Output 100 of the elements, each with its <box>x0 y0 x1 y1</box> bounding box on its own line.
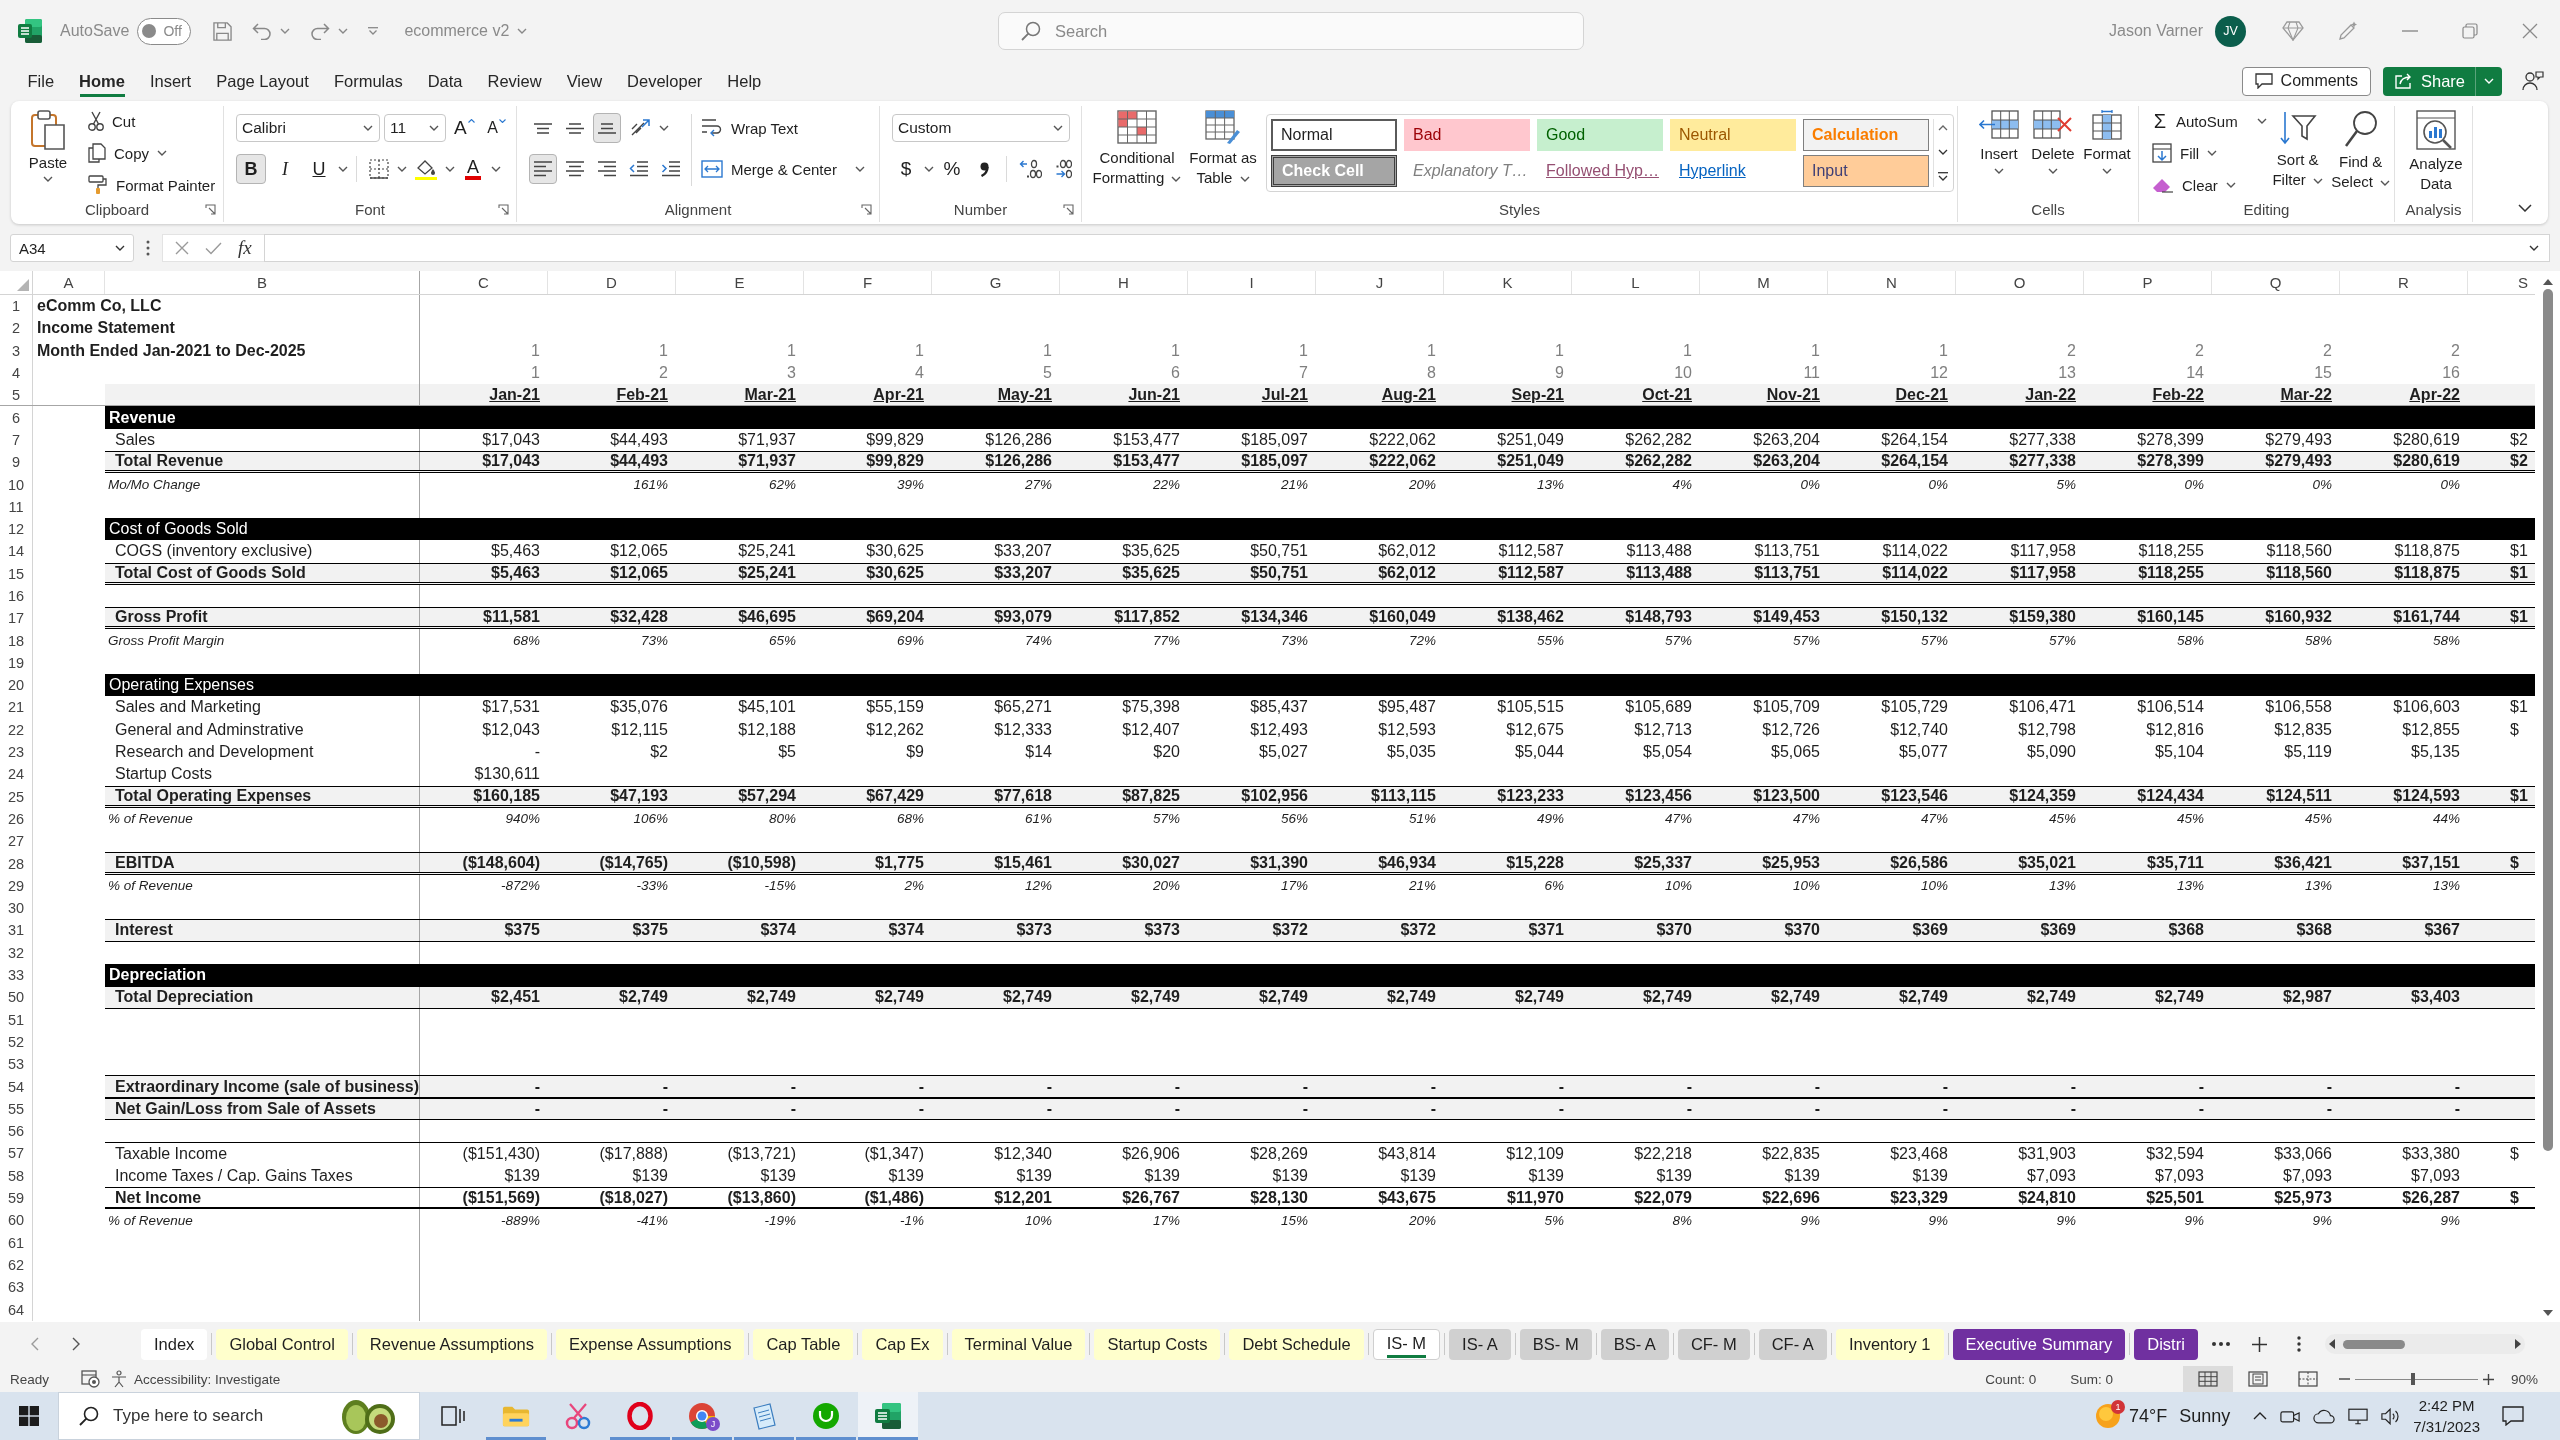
row-header[interactable]: 25 <box>0 785 33 808</box>
row-header[interactable]: 11 <box>0 495 33 518</box>
taskbar-search-field[interactable]: Type here to search <box>58 1392 420 1440</box>
row-header[interactable]: 27 <box>0 830 33 853</box>
normal-view-button[interactable] <box>2182 1366 2233 1392</box>
row-header[interactable]: 28 <box>0 852 33 875</box>
column-header[interactable]: P <box>2084 271 2212 294</box>
row-header[interactable]: 24 <box>0 763 33 786</box>
cancel-icon[interactable] <box>175 241 189 255</box>
cell-style-option[interactable]: Good <box>1537 119 1663 151</box>
bottom-align-button[interactable] <box>593 113 621 143</box>
column-header[interactable]: L <box>1572 271 1700 294</box>
chevron-down-icon[interactable] <box>659 125 669 131</box>
row-header[interactable]: 55 <box>0 1097 33 1120</box>
scroll-left-icon[interactable] <box>2329 1339 2335 1349</box>
row-header[interactable]: 18 <box>0 629 33 652</box>
cell-style-option[interactable]: Hyperlink <box>1670 155 1796 187</box>
copy-button[interactable]: Copy <box>85 138 219 168</box>
chevron-down-icon[interactable] <box>445 166 455 172</box>
sheet-tab[interactable]: Startup Costs <box>1094 1328 1221 1360</box>
sheet-tab[interactable]: Terminal Value <box>951 1328 1086 1360</box>
sheet-tab[interactable]: Distri <box>2134 1328 2198 1360</box>
dialog-launcher-icon[interactable] <box>205 203 216 215</box>
sheet-tab[interactable]: BS- A <box>1600 1328 1669 1360</box>
name-box[interactable]: A34 <box>10 234 134 262</box>
pen-icon[interactable] <box>2338 21 2358 41</box>
sheet-tab[interactable]: Debt Schedule <box>1229 1328 1364 1360</box>
row-header[interactable]: 19 <box>0 651 33 675</box>
autosum-button[interactable]: Σ AutoSum <box>2149 106 2241 136</box>
row-header[interactable]: 26 <box>0 807 33 831</box>
sheet-tab[interactable]: Cap Table <box>753 1328 854 1360</box>
row-header[interactable]: 16 <box>0 584 33 608</box>
cut-button[interactable]: Cut <box>85 106 219 136</box>
row-header[interactable]: 6 <box>0 406 33 429</box>
row-header[interactable]: 21 <box>0 696 33 719</box>
row-header[interactable]: 60 <box>0 1209 33 1232</box>
column-header[interactable]: N <box>1828 271 1956 294</box>
clear-button[interactable]: Clear <box>2149 170 2267 200</box>
diamond-icon[interactable] <box>2282 21 2304 41</box>
merge-center-button[interactable]: Merge & Center <box>698 154 868 184</box>
chevron-up-icon[interactable] <box>2253 1412 2268 1420</box>
person-icon[interactable] <box>2522 71 2544 91</box>
row-header[interactable]: 17 <box>0 607 33 630</box>
cell-style-option[interactable]: Input <box>1803 155 1929 187</box>
sheet-tab[interactable]: Cap Ex <box>862 1328 943 1360</box>
clock-date[interactable]: 7/31/2023 <box>2413 1416 2480 1437</box>
row-header[interactable]: 56 <box>0 1120 33 1143</box>
row-header[interactable]: 54 <box>0 1075 33 1098</box>
delete-cells-button[interactable]: Delete <box>2026 106 2080 174</box>
italic-button[interactable]: I <box>270 154 300 184</box>
row-header[interactable]: 5 <box>0 384 33 406</box>
decrease-font-size-button[interactable]: A <box>482 113 511 143</box>
insert-function-button[interactable]: fx <box>238 237 252 259</box>
check-icon[interactable] <box>205 241 222 255</box>
fill-button[interactable]: Fill <box>2149 138 2267 168</box>
notification-icon[interactable] <box>2502 1406 2524 1426</box>
column-header[interactable]: G <box>932 271 1060 294</box>
chevron-down-icon[interactable] <box>924 166 934 172</box>
horizontal-scrollbar[interactable] <box>2325 1334 2525 1354</box>
drag-handle-icon[interactable] <box>146 240 150 256</box>
column-header[interactable]: F <box>804 271 932 294</box>
column-header[interactable]: B <box>105 271 420 294</box>
slider-thumb[interactable] <box>2410 1373 2415 1385</box>
row-header[interactable]: 58 <box>0 1164 33 1187</box>
sheet-tab[interactable]: Index <box>141 1328 208 1360</box>
chevron-right-icon[interactable] <box>72 1337 80 1351</box>
dialog-launcher-icon[interactable] <box>1063 203 1074 215</box>
weather-button[interactable]: 1 74°F Sunny <box>2085 1392 2241 1440</box>
insert-cells-button[interactable]: Insert <box>1972 106 2026 174</box>
user-avatar[interactable]: JV <box>2215 15 2246 47</box>
macro-record-icon[interactable] <box>81 1370 101 1388</box>
add-sheet-icon[interactable] <box>2252 1336 2267 1352</box>
row-header[interactable]: 4 <box>0 361 33 385</box>
row-header[interactable]: 33 <box>0 963 33 987</box>
currency-format-button[interactable]: $ <box>892 154 920 184</box>
more-styles-icon[interactable] <box>1937 172 1948 181</box>
menu-tab[interactable]: Developer <box>614 62 715 100</box>
bold-button[interactable]: B <box>236 154 266 184</box>
chevron-down-icon[interactable] <box>2256 118 2267 124</box>
row-header[interactable]: 20 <box>0 674 33 697</box>
cell-style-option[interactable]: Normal <box>1271 119 1397 151</box>
column-header[interactable]: M <box>1700 271 1828 294</box>
windows-logo-icon[interactable] <box>19 1406 39 1426</box>
accessibility-button[interactable]: Accessibility: Investigate <box>110 1370 281 1388</box>
row-header[interactable]: 2 <box>0 317 33 340</box>
row-header[interactable]: 57 <box>0 1142 33 1165</box>
row-header[interactable]: 61 <box>0 1231 33 1254</box>
increase-font-size-button[interactable]: A <box>450 113 479 143</box>
format-as-table-button[interactable]: Format as Table <box>1184 106 1262 188</box>
row-header[interactable]: 32 <box>0 941 33 964</box>
row-header[interactable]: 15 <box>0 562 33 585</box>
chevron-down-icon[interactable] <box>2518 204 2532 212</box>
close-icon[interactable] <box>2522 23 2538 39</box>
underline-button[interactable]: U <box>304 154 334 184</box>
row-header[interactable]: 62 <box>0 1253 33 1277</box>
sheet-tab[interactable]: IS- M <box>1372 1328 1441 1360</box>
taskbar-button[interactable]: J <box>672 1392 732 1440</box>
more-icon[interactable] <box>2212 1342 2230 1346</box>
chevron-down-icon[interactable] <box>338 166 348 172</box>
cell-style-option[interactable]: Bad <box>1404 119 1530 151</box>
